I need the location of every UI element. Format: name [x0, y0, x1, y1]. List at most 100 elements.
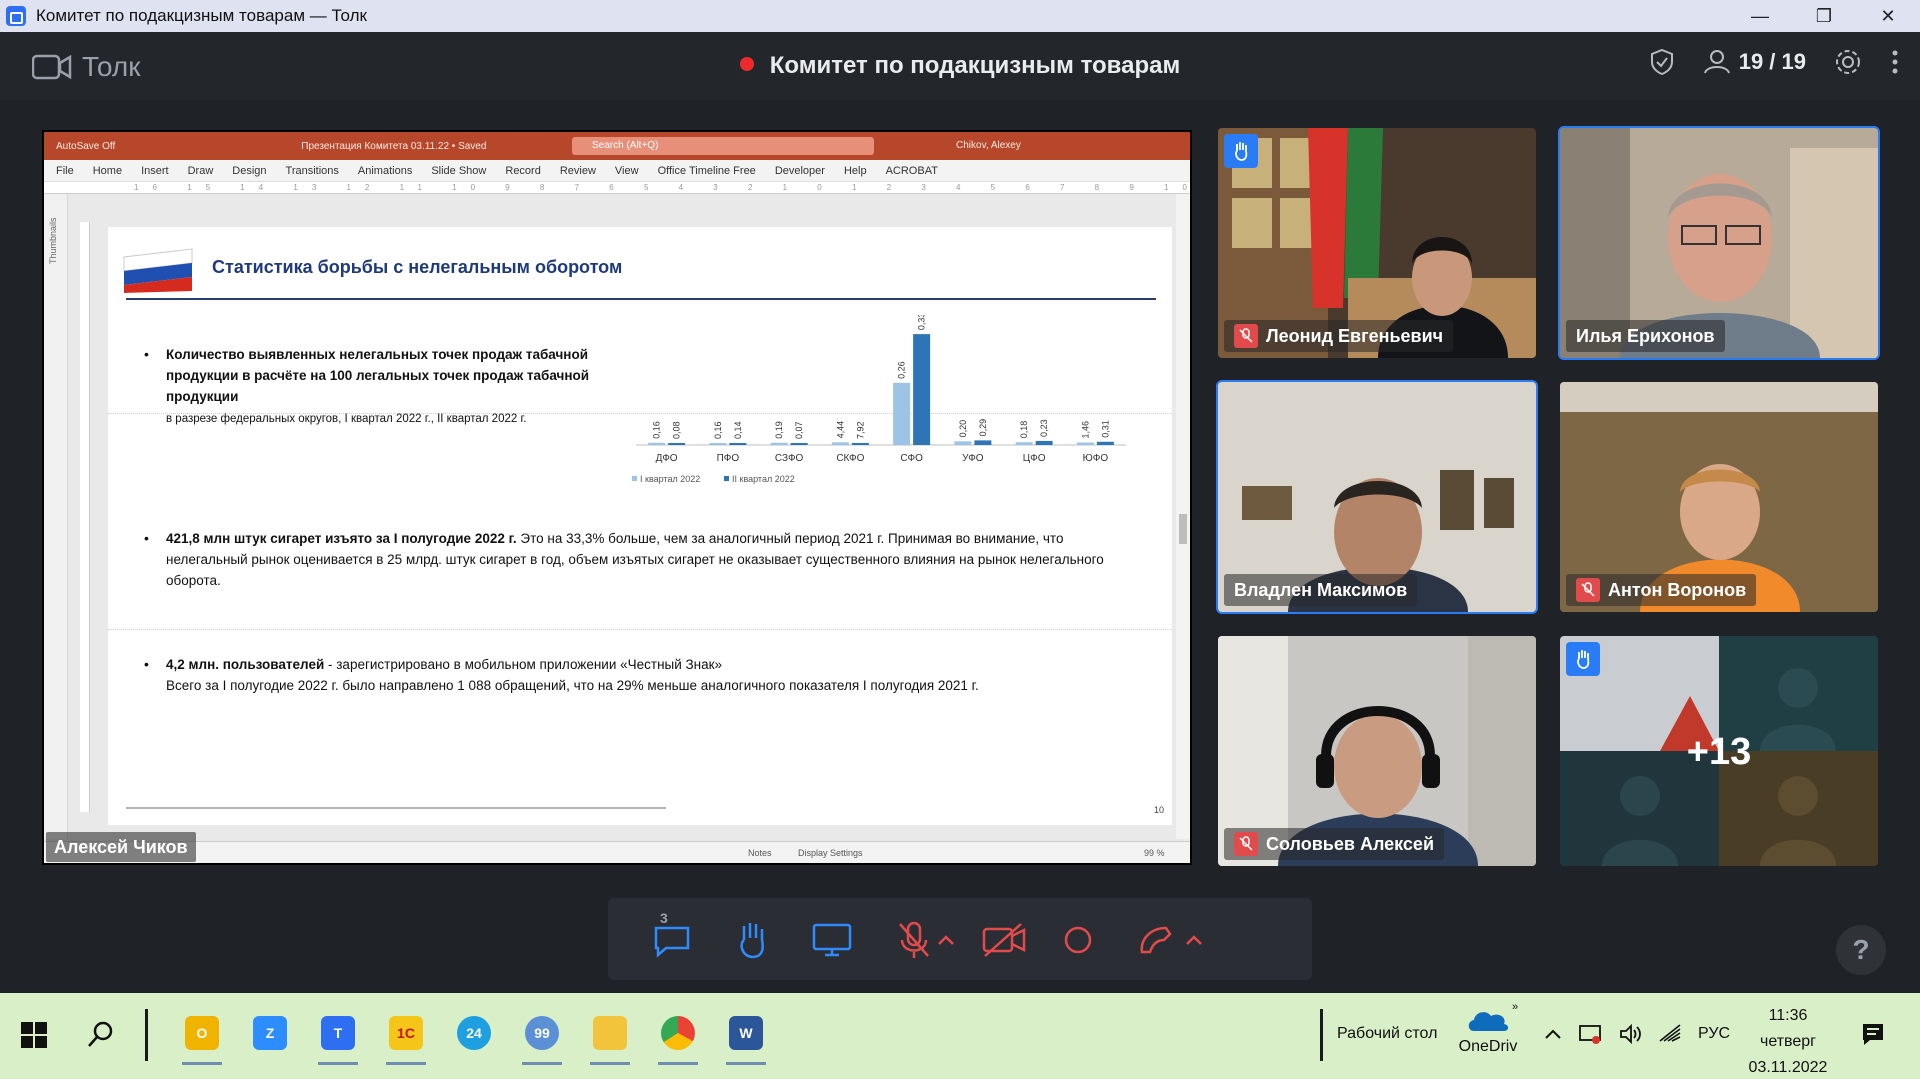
chart-category-label: ЮФО [1083, 453, 1109, 464]
ppt-user-name: Chikov, Alexey [956, 140, 1021, 151]
minimize-icon[interactable]: — [1728, 0, 1792, 32]
camera-off-icon [982, 923, 1026, 957]
participants-button[interactable]: 19 / 19 [1703, 49, 1806, 75]
search-icon[interactable] [86, 1019, 116, 1049]
video-tile[interactable]: Антон Воронов [1560, 382, 1878, 612]
chart-data-label: 0,33 [917, 315, 927, 330]
desktop-toolbar-label[interactable]: Рабочий стол [1337, 1025, 1437, 1043]
ppt-tab-file[interactable]: File [56, 165, 74, 177]
wifi-icon[interactable] [1658, 1023, 1682, 1045]
ppt-tab-developer[interactable]: Developer [775, 165, 825, 177]
participant-label: Илья Ерихонов [1566, 320, 1725, 352]
chart-data-label: 4,44 [835, 421, 845, 439]
chart-data-label: 0,18 [1019, 421, 1029, 439]
display-settings-button[interactable]: Display Settings [798, 848, 863, 858]
ppt-tab-transitions[interactable]: Transitions [286, 165, 339, 177]
chevron-up-icon [1186, 935, 1202, 945]
ppt-tab-record[interactable]: Record [505, 165, 540, 177]
gear-icon[interactable] [1834, 48, 1862, 76]
chart-data-label: 0,29 [978, 419, 988, 437]
zoom-level[interactable]: 99 % [1144, 848, 1165, 858]
ppt-tab-office-timeline-free[interactable]: Office Timeline Free [658, 165, 756, 177]
bullet-users-text: - зарегистрировано в мобильном приложени… [324, 657, 723, 672]
shared-screen[interactable]: AutoSave Off Презентация Комитета 03.11.… [42, 130, 1192, 865]
chart-bar [1076, 442, 1094, 445]
notes-button[interactable]: Notes [748, 848, 772, 858]
ppt-tab-draw[interactable]: Draw [188, 165, 214, 177]
taskbar-app-24[interactable]: 24 [448, 1007, 500, 1059]
ppt-search-input[interactable]: Search (Alt+Q) [572, 137, 874, 155]
taskbar-app-tolk[interactable]: T [312, 1007, 364, 1065]
participant-name: Антон Воронов [1608, 579, 1747, 600]
chart-data-label: 0,31 [1100, 420, 1110, 438]
ppt-tab-help[interactable]: Help [844, 165, 867, 177]
chart-bar [770, 442, 788, 445]
system-tray: РУС [1544, 1023, 1730, 1045]
video-tile[interactable]: Илья Ерихонов [1558, 126, 1880, 360]
language-indicator[interactable]: РУС [1698, 1025, 1730, 1043]
bullet-seized-cigarettes: • 421,8 млн штук сигарет изъято за I пол… [144, 528, 1126, 591]
close-icon[interactable]: ✕ [1856, 0, 1920, 32]
mic-options-button[interactable] [934, 916, 958, 964]
leave-options-button[interactable] [1182, 916, 1206, 964]
raise-hand-button[interactable] [728, 916, 776, 964]
scrollbar-thumb[interactable] [1179, 514, 1187, 544]
microphone-button[interactable] [890, 916, 938, 964]
ppt-tab-acrobat[interactable]: ACROBAT [886, 165, 938, 177]
taskbar-app-explorer[interactable] [584, 1007, 636, 1065]
chrome-icon [661, 1016, 695, 1050]
ppt-tab-view[interactable]: View [615, 165, 639, 177]
ppt-tab-animations[interactable]: Animations [358, 165, 412, 177]
help-button[interactable]: ? [1836, 925, 1886, 975]
taskbar-app-outlook[interactable]: O [176, 1007, 228, 1065]
chat-unread-badge: 3 [660, 910, 668, 926]
video-tile[interactable]: Владлен Максимов [1216, 380, 1538, 614]
camera-button[interactable] [974, 916, 1034, 964]
video-tile[interactable]: Леонид Евгеньевич [1218, 128, 1536, 358]
ppt-scrollbar[interactable] [1176, 194, 1190, 839]
taskbar-app-zoom[interactable]: Z [244, 1007, 296, 1059]
bullet-seized-bold: 421,8 млн штук сигарет изъято за I полуг… [166, 531, 517, 546]
autosave-toggle[interactable]: AutoSave Off [56, 141, 115, 152]
ppt-tab-home[interactable]: Home [93, 165, 122, 177]
slide-page-number: 10 [1154, 805, 1165, 815]
chart-category-label: УФО [962, 453, 984, 464]
slide-title: Статистика борьбы с нелегальным оборотом [212, 257, 623, 277]
ppt-tab-slide-show[interactable]: Slide Show [431, 165, 486, 177]
ppt-tab-review[interactable]: Review [560, 165, 596, 177]
taskbar-app-word[interactable]: W [720, 1007, 772, 1065]
leave-call-button[interactable] [1134, 916, 1182, 964]
windows-start-icon[interactable] [20, 1021, 48, 1049]
taskbar-app-chrome[interactable] [652, 1007, 704, 1065]
more-vertical-icon[interactable] [1890, 48, 1900, 76]
outlook-icon: O [185, 1016, 219, 1050]
more-participants-tile[interactable]: +13 [1560, 636, 1878, 866]
chevron-up-icon[interactable] [1544, 1028, 1562, 1040]
volume-icon[interactable] [1618, 1023, 1642, 1045]
slide-footnote [126, 805, 666, 813]
clock-day: четверг [1760, 1033, 1816, 1050]
video-tile[interactable]: Соловьев Алексей [1218, 636, 1536, 866]
chart-data-label: 0,16 [713, 421, 723, 439]
taskbar-app-messenger[interactable]: 99 [516, 1007, 568, 1065]
screen-share-button[interactable] [808, 916, 856, 964]
onedrive-button[interactable]: » OneDriv [1458, 1001, 1518, 1056]
taskbar-app-1c[interactable]: 1C [380, 1007, 432, 1065]
monitor-icon [812, 923, 852, 957]
notifications-icon[interactable] [1860, 1021, 1886, 1047]
network-icon[interactable] [1578, 1023, 1602, 1045]
shield-icon[interactable] [1649, 48, 1675, 76]
thumbnails-pane[interactable]: Thumbnails [44, 194, 68, 839]
chat-button[interactable]: 3 [648, 910, 696, 964]
record-button[interactable] [1054, 916, 1102, 964]
presenter-label: Алексей Чиков [46, 832, 196, 862]
restore-icon[interactable]: ❐ [1792, 0, 1856, 32]
bitrix24-icon: 24 [457, 1016, 491, 1050]
ppt-tab-design[interactable]: Design [232, 165, 266, 177]
ppt-tab-insert[interactable]: Insert [141, 165, 169, 177]
slide: Статистика борьбы с нелегальным оборотом… [108, 227, 1172, 825]
chart-category-label: СФО [900, 453, 923, 464]
window-title: Комитет по подакцизным товарам — Толк [36, 6, 367, 25]
taskbar-separator [145, 1009, 148, 1061]
taskbar-clock[interactable]: 11:36 четверг 03.11.2022 [1738, 1003, 1838, 1079]
